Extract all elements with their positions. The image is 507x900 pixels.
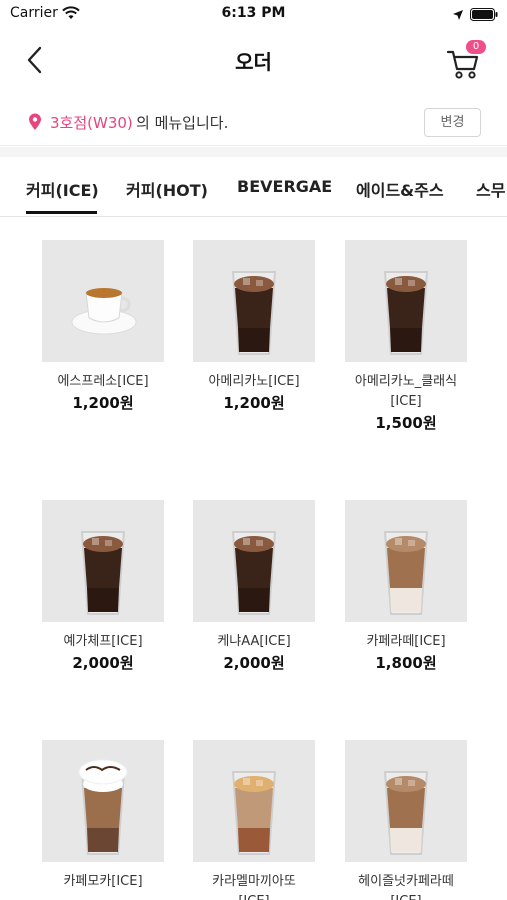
menu-item-photo: [193, 240, 315, 362]
menu-item[interactable]: 케냐AA[ICE] 2,000원: [178, 500, 330, 674]
tab-beverage[interactable]: BEVERGAE: [237, 177, 332, 196]
menu-item-price: 1,200원: [72, 394, 134, 412]
menu-item-name: 아메리카노[ICE]: [208, 374, 300, 389]
menu-item-name: 헤이즐넛카페라떼 [ICE]: [358, 874, 454, 900]
section-divider: [0, 147, 507, 157]
location-pin-icon: [28, 113, 42, 135]
menu-item-name: 카페모카[ICE]: [63, 874, 143, 889]
menu-item[interactable]: 아메리카노_클래식 [ICE] 1,500원: [330, 240, 482, 434]
menu-item[interactable]: 카페라떼[ICE] 1,800원: [330, 500, 482, 674]
menu-item-name: 아메리카노_클래식 [ICE]: [354, 374, 458, 409]
menu-item-price: 1,800원: [375, 654, 437, 672]
tab-coffee-hot[interactable]: 커피(HOT): [126, 177, 208, 201]
battery-icon: [470, 6, 498, 25]
menu-item-price: 2,000원: [223, 654, 285, 672]
page-title: 오더: [235, 50, 272, 74]
menu-item-photo: [345, 740, 467, 862]
menu-item[interactable]: 예가체프[ICE] 2,000원: [27, 500, 179, 674]
nav-bar: 오더 0: [0, 28, 507, 92]
menu-item[interactable]: 에스프레소[ICE] 1,200원: [27, 240, 179, 414]
tab-ade-juice[interactable]: 에이드&주스: [356, 177, 444, 201]
tab-coffee-ice[interactable]: 커피(ICE): [26, 177, 99, 201]
menu-item-name: 카라멜마끼아또 [ICE]: [212, 874, 296, 900]
menu-item-price: 1,200원: [223, 394, 285, 412]
menu-item-name: 예가체프[ICE]: [63, 634, 143, 649]
cart-count-badge: 0: [466, 40, 486, 54]
menu-item-price: 2,000원: [72, 654, 134, 672]
store-suffix: 의 메뉴입니다.: [136, 114, 229, 132]
cart-button[interactable]: 0: [444, 40, 488, 84]
menu-item-photo: [42, 240, 164, 362]
menu-item-photo: [42, 500, 164, 622]
store-name: 3호점(W30): [50, 114, 133, 132]
menu-item-name: 케냐AA[ICE]: [217, 634, 291, 649]
tab-smoothie[interactable]: 스무: [476, 177, 505, 201]
menu-item-photo: [345, 240, 467, 362]
menu-item-photo: [193, 500, 315, 622]
store-info-row: 3호점(W30) 의 메뉴입니다. 변경: [0, 100, 507, 146]
menu-item-name: 카페라떼[ICE]: [366, 634, 446, 649]
category-tabs: 커피(ICE) 커피(HOT) BEVERGAE 에이드&주스 스무: [0, 157, 507, 217]
menu-item[interactable]: 헤이즐넛카페라떼 [ICE]: [330, 740, 482, 900]
clock: 6:13 PM: [221, 5, 286, 21]
location-arrow-icon: [452, 6, 464, 25]
menu-item[interactable]: 아메리카노[ICE] 1,200원: [178, 240, 330, 414]
menu-item[interactable]: 카라멜마끼아또 [ICE]: [178, 740, 330, 900]
menu-item-photo: [193, 740, 315, 862]
menu-item-price: 1,500원: [375, 414, 437, 432]
status-bar: Carrier 6:13 PM: [0, 0, 507, 28]
active-tab-indicator: [26, 211, 97, 214]
change-store-button[interactable]: 변경: [424, 108, 481, 137]
menu-item-photo: [42, 740, 164, 862]
menu-item[interactable]: 카페모카[ICE]: [27, 740, 179, 892]
menu-item-name: 에스프레소[ICE]: [57, 374, 149, 389]
menu-item-photo: [345, 500, 467, 622]
